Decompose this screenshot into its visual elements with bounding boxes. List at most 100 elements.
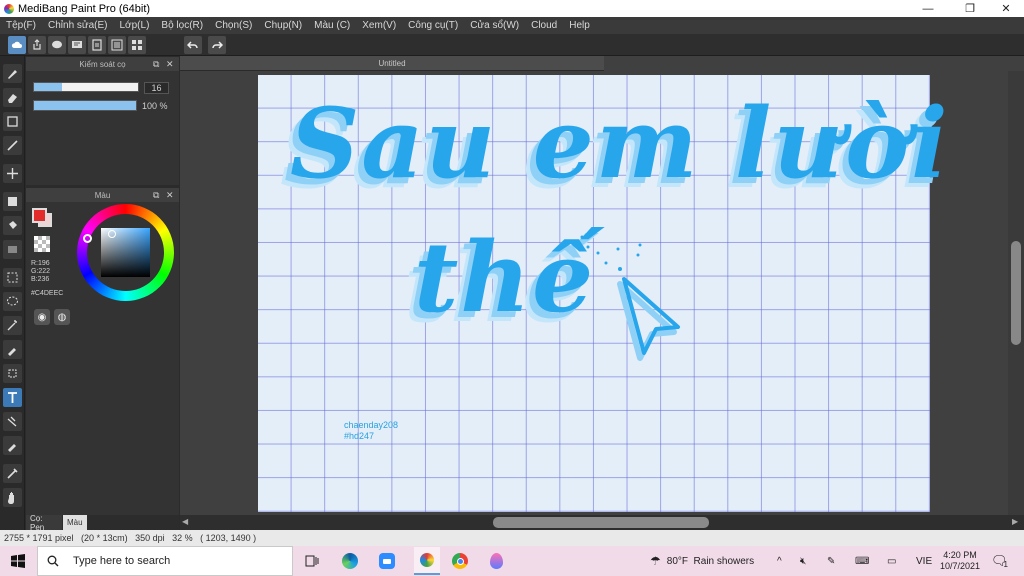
document-area: Untitled Sau em lười thế chaenday208 #hd… xyxy=(180,56,1024,530)
start-button[interactable] xyxy=(9,552,27,570)
hue-wheel[interactable] xyxy=(77,204,174,301)
tool-syringe[interactable] xyxy=(3,464,22,483)
menu-view[interactable]: Xem(V) xyxy=(356,20,402,31)
task-view-icon xyxy=(305,555,319,567)
weather-widget[interactable]: ☂ 80°F Rain showers xyxy=(650,546,754,576)
tool-select-eraser[interactable] xyxy=(3,364,22,383)
language-button[interactable]: VIE xyxy=(916,546,932,576)
show-hidden-icons-button[interactable]: ^ xyxy=(777,546,782,576)
canvas-paper[interactable]: Sau em lười thế chaenday208 #hd247 xyxy=(258,75,948,512)
panel-close-icon[interactable]: ✕ xyxy=(166,59,174,69)
keyboard-button[interactable]: ⌨ xyxy=(855,546,869,576)
tool-hand[interactable] xyxy=(3,488,22,507)
menu-help[interactable]: Help xyxy=(563,20,596,31)
tool-divide[interactable] xyxy=(3,412,22,431)
color-panel: Màu ⧉ ✕ R:196 G:222 B:236 #C4DEEC ◉ ◍ xyxy=(26,188,179,515)
color-palette-button[interactable]: ◉ xyxy=(34,309,50,325)
task-view-button[interactable] xyxy=(303,552,321,570)
brush-size-slider[interactable] xyxy=(33,82,139,92)
search-placeholder: Type here to search xyxy=(73,555,171,567)
menu-snap[interactable]: Chụp(N) xyxy=(258,20,308,31)
tool-text[interactable] xyxy=(3,388,22,407)
hue-picker-handle[interactable] xyxy=(83,234,92,243)
main-toolbar xyxy=(0,34,1024,56)
zoom-button[interactable] xyxy=(378,552,396,570)
medibang-taskbar-button[interactable] xyxy=(414,547,440,575)
tool-select-pen[interactable] xyxy=(3,340,22,359)
menu-color[interactable]: Màu (C) xyxy=(308,20,356,31)
vertical-scroll-thumb[interactable] xyxy=(1011,241,1021,345)
horizontal-scroll-thumb[interactable] xyxy=(493,517,709,528)
tool-gradient[interactable] xyxy=(3,240,22,259)
undo-button[interactable] xyxy=(184,36,202,54)
lettering-line1: Sau em lười xyxy=(290,87,950,200)
brush-size-value[interactable]: 16 xyxy=(144,82,169,94)
clock[interactable]: 4:20 PM 10/7/2021 xyxy=(940,546,980,576)
panel-bottom-tabs: Cọ: Pen Màu xyxy=(26,514,179,532)
color-settings-button[interactable]: ◍ xyxy=(54,309,70,325)
tool-rectangle[interactable] xyxy=(3,112,22,131)
tool-move[interactable] xyxy=(3,164,22,183)
horizontal-scrollbar[interactable]: ◀ ▶ xyxy=(180,515,1024,530)
tool-line[interactable] xyxy=(3,136,22,155)
display-button[interactable]: ▭ xyxy=(887,546,896,576)
pen-button[interactable]: ✎ xyxy=(827,546,835,576)
tab-brush[interactable]: Cọ: Pen xyxy=(26,514,62,532)
undo-icon xyxy=(187,41,198,49)
page-button[interactable] xyxy=(88,36,106,54)
color-panel-close-icon[interactable]: ✕ xyxy=(166,190,174,200)
menu-select[interactable]: Chọn(S) xyxy=(209,20,258,31)
edge-button[interactable] xyxy=(341,552,359,570)
lasso-icon xyxy=(7,296,18,306)
comment-button[interactable] xyxy=(48,36,66,54)
brush-opacity-slider[interactable] xyxy=(33,100,137,111)
panel-popout-icon[interactable]: ⧉ xyxy=(153,59,159,69)
taskbar-search-box[interactable]: Type here to search xyxy=(37,546,293,576)
maximize-button[interactable]: ❐ xyxy=(952,0,988,17)
tool-fill-rect[interactable] xyxy=(3,192,22,211)
color-picker-handle[interactable] xyxy=(108,230,116,238)
color-panel-popout-icon[interactable]: ⧉ xyxy=(153,190,159,200)
notification-button[interactable]: 🗨︎ 1 xyxy=(991,546,1008,576)
document-tab[interactable]: Untitled xyxy=(180,56,604,71)
line-icon xyxy=(7,140,18,151)
red-value: R:196 xyxy=(31,260,50,267)
vertical-scrollbar[interactable] xyxy=(1008,71,1024,515)
share-button[interactable] xyxy=(28,36,46,54)
page-list-button[interactable] xyxy=(108,36,126,54)
tool-lasso[interactable] xyxy=(3,292,22,311)
tool-eraser[interactable] xyxy=(3,88,22,107)
redo-button[interactable] xyxy=(208,36,226,54)
tool-eyedropper[interactable] xyxy=(3,436,22,455)
volume-muted-icon: 🔇︎ xyxy=(800,555,807,567)
brush-opacity-fill xyxy=(34,101,136,110)
tool-brush[interactable] xyxy=(3,64,22,83)
menu-cloud[interactable]: Cloud xyxy=(525,20,563,31)
credit-author: chaenday208 xyxy=(344,420,399,430)
menu-file[interactable]: Tệp(F) xyxy=(0,20,42,31)
transparent-color-swatch[interactable] xyxy=(34,236,50,252)
primary-color-swatch[interactable] xyxy=(32,208,47,223)
menu-filter[interactable]: Bộ lọc(R) xyxy=(155,20,209,31)
grid-button[interactable] xyxy=(128,36,146,54)
menu-layer[interactable]: Lớp(L) xyxy=(114,20,156,31)
scroll-left-icon[interactable]: ◀ xyxy=(182,517,188,526)
tool-select-rect[interactable] xyxy=(3,268,22,287)
comment-list-button[interactable] xyxy=(68,36,86,54)
close-button[interactable]: ✕ xyxy=(988,0,1024,17)
cloud-button[interactable] xyxy=(8,36,26,54)
tool-bucket[interactable] xyxy=(3,216,22,235)
title-bar: MediBang Paint Pro (64bit) — ❐ ✕ xyxy=(0,0,1024,17)
scroll-right-icon[interactable]: ▶ xyxy=(1012,517,1018,526)
menu-edit[interactable]: Chỉnh sửa(E) xyxy=(42,20,114,31)
language-indicator: VIE xyxy=(916,555,933,567)
canvas-info: 2755 * 1791 pixel (20 * 13cm) 350 dpi 32… xyxy=(4,533,257,543)
volume-button[interactable]: 🔇︎ xyxy=(800,546,806,576)
tab-color[interactable]: Màu xyxy=(63,515,87,530)
tool-magic-wand[interactable] xyxy=(3,316,22,335)
app-button[interactable] xyxy=(487,552,505,570)
minimize-button[interactable]: — xyxy=(910,0,946,17)
menu-window[interactable]: Cửa sổ(W) xyxy=(464,20,525,31)
chrome-button[interactable] xyxy=(451,552,469,570)
menu-tools[interactable]: Công cụ(T) xyxy=(402,20,464,31)
